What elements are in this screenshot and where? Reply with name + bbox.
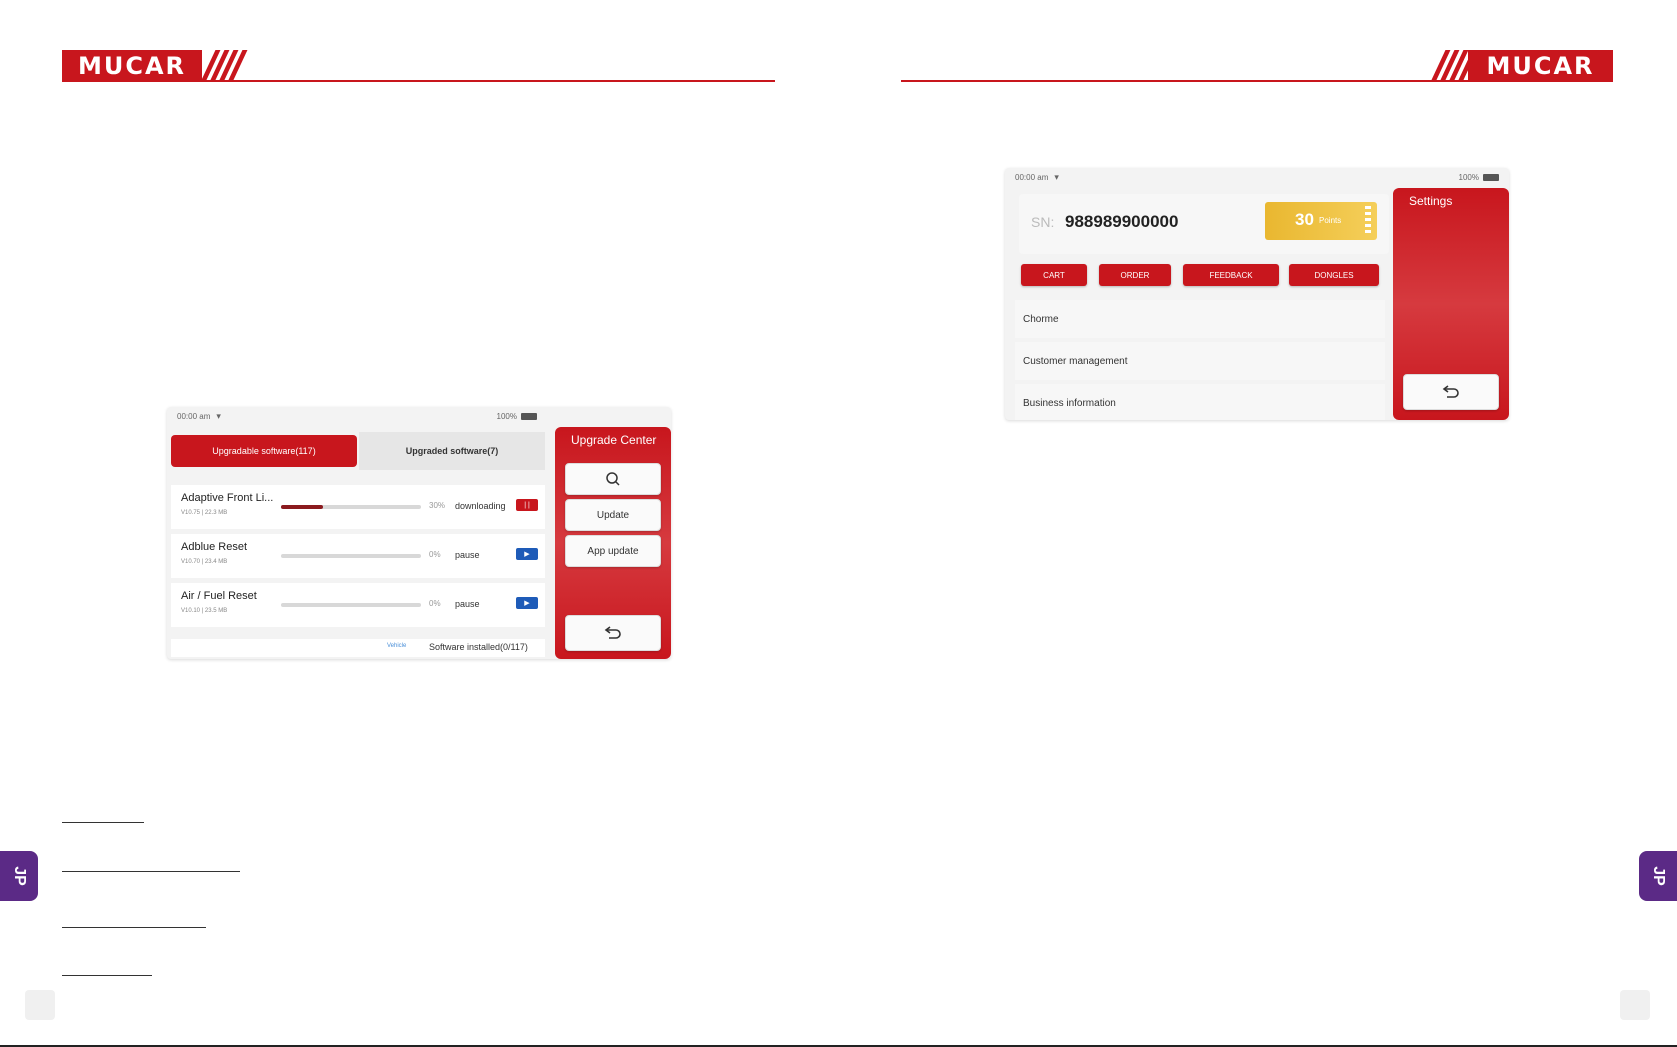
status-time: 00:00 am: [1015, 172, 1049, 182]
software-list: Adaptive Front Li... V10.75 | 22.3 MB 30…: [171, 485, 545, 645]
feedback-label: FEEDBACK: [1209, 270, 1253, 280]
cart-button[interactable]: CART: [1021, 264, 1087, 286]
underline-3: [62, 927, 206, 928]
underline-1: [62, 822, 144, 823]
software-meta: V10.10 | 23.5 MB: [181, 608, 228, 614]
play-icon: ▶: [524, 551, 530, 558]
upgrade-center-screenshot: 00:00 am ▾ 100% Upgradable software(117) …: [167, 407, 671, 659]
header-rule-left: [62, 80, 775, 82]
sn-label: SN:: [1031, 214, 1055, 230]
dongles-button[interactable]: DONGLES: [1289, 264, 1379, 286]
panel-title: Settings: [1409, 194, 1453, 208]
settings-row-chorme[interactable]: Chorme: [1015, 300, 1385, 338]
download-state: downloading: [455, 501, 506, 511]
brand-logo-text: MUCAR: [77, 52, 187, 80]
logo-stripes-right: [1430, 50, 1478, 82]
software-meta: V10.75 | 22.3 MB: [181, 510, 228, 516]
app-update-button[interactable]: App update: [565, 535, 661, 567]
cart-label: CART: [1043, 270, 1065, 280]
play-button[interactable]: ▶: [516, 548, 538, 560]
update-label: Update: [596, 509, 630, 521]
settings-row-customer-management[interactable]: Customer management: [1015, 342, 1385, 380]
progress-percent: 0%: [429, 550, 441, 559]
sn-value: 988989900000: [1065, 212, 1179, 231]
list-item[interactable]: Air / Fuel Reset V10.10 | 23.5 MB 0% pau…: [171, 583, 545, 627]
tab-upgraded-label: Upgraded software(7): [405, 446, 499, 456]
software-installed-count: Software installed(0/117): [429, 642, 528, 652]
progress-bar: [281, 554, 421, 558]
back-arrow-icon: [604, 626, 621, 639]
status-bar: 00:00 am ▾ 100%: [167, 407, 547, 425]
software-name: Air / Fuel Reset: [181, 590, 257, 602]
language-tab-label: JP: [1649, 866, 1667, 886]
status-bar: 00:00 am ▾ 100%: [1005, 168, 1509, 186]
feedback-button[interactable]: FEEDBACK: [1183, 264, 1279, 286]
page-number-box-right: [1620, 990, 1650, 1020]
order-label: ORDER: [1120, 270, 1150, 280]
search-button[interactable]: [565, 463, 661, 495]
brand-logo-left: MUCAR: [62, 50, 202, 82]
battery-icon: [1483, 173, 1499, 181]
language-tab-left[interactable]: JP: [0, 851, 38, 901]
points-value: 30: [1295, 210, 1314, 229]
app-update-label: App update: [587, 545, 639, 557]
progress-percent: 30%: [429, 501, 446, 510]
play-icon: ▶: [524, 600, 530, 607]
status-time: 00:00 am: [177, 411, 211, 421]
progress-bar: [281, 603, 421, 607]
software-name: Adaptive Front Li...: [181, 492, 274, 504]
update-button[interactable]: Update: [565, 499, 661, 531]
order-button[interactable]: ORDER: [1099, 264, 1171, 286]
settings-panel: Settings: [1393, 188, 1509, 420]
underline-2: [62, 871, 240, 872]
tab-upgraded-software[interactable]: Upgraded software(7): [359, 432, 545, 470]
settings-row-business-information[interactable]: Business information: [1015, 384, 1385, 420]
pause-icon: | |: [524, 501, 530, 509]
language-tab-label: JP: [10, 866, 28, 886]
battery-percent: 100%: [496, 411, 517, 421]
play-button[interactable]: ▶: [516, 597, 538, 609]
list-item[interactable]: Adblue Reset V10.70 | 23.4 MB 0% pause ▶: [171, 534, 545, 578]
page-number-box-left: [25, 990, 55, 1020]
tab-upgradable-label: Upgradable software(117): [212, 446, 316, 456]
software-meta: V10.70 | 23.4 MB: [181, 559, 228, 565]
pause-button[interactable]: | |: [516, 499, 538, 511]
wifi-icon: ▾: [1054, 171, 1059, 182]
dongles-label: DONGLES: [1314, 270, 1354, 280]
back-button[interactable]: [1403, 374, 1499, 410]
back-arrow-icon: [1442, 385, 1459, 398]
upgrade-center-panel: Upgrade Center Update App update: [555, 427, 671, 659]
row-label: Customer management: [1023, 355, 1128, 367]
underline-4: [62, 975, 152, 976]
battery-icon: [521, 412, 537, 420]
software-name: Adblue Reset: [181, 541, 248, 553]
settings-screenshot: 00:00 am ▾ 100% SN: 988989900000 30 Point…: [1005, 168, 1509, 420]
tab-upgradable-software[interactable]: Upgradable software(117): [171, 435, 357, 467]
battery-percent: 100%: [1458, 172, 1479, 182]
points-label: Points: [1319, 216, 1342, 225]
download-state: pause: [455, 599, 480, 609]
panel-title: Upgrade Center: [571, 433, 657, 447]
wifi-icon: ▾: [216, 410, 221, 421]
points-badge[interactable]: 30 Points: [1265, 202, 1377, 240]
vehicle-link[interactable]: Vehicle: [387, 643, 406, 649]
language-tab-right[interactable]: JP: [1639, 851, 1677, 901]
download-state: pause: [455, 550, 480, 560]
row-label: Business information: [1023, 397, 1116, 409]
serial-number-card: SN: 988989900000 30 Points: [1019, 194, 1389, 254]
row-label: Chorme: [1023, 313, 1059, 325]
list-footer: Vehicle Software installed(0/117): [171, 639, 545, 657]
search-icon: [606, 472, 620, 486]
points-ticket-icon: [1365, 206, 1371, 236]
back-button[interactable]: [565, 615, 661, 651]
list-item[interactable]: Adaptive Front Li... V10.75 | 22.3 MB 30…: [171, 485, 545, 529]
brand-logo-right: MUCAR: [1468, 50, 1613, 82]
progress-percent: 0%: [429, 599, 441, 608]
brand-logo-text: MUCAR: [1486, 52, 1595, 80]
logo-stripes-left: [200, 50, 248, 82]
progress-bar: [281, 505, 421, 509]
